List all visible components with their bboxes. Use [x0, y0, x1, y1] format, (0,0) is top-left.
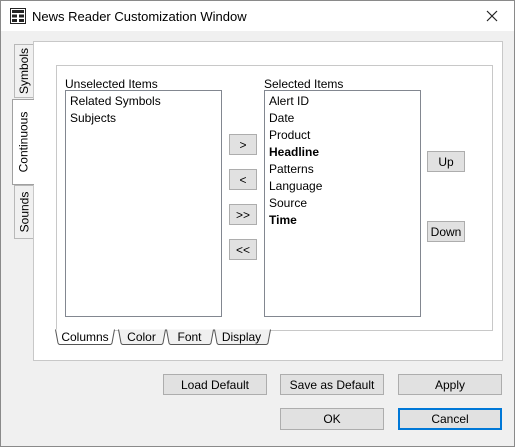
list-item[interactable]: Language — [265, 178, 420, 195]
close-button[interactable] — [469, 1, 514, 31]
tab-columns[interactable]: Columns — [55, 329, 119, 345]
move-up-button[interactable]: Up — [427, 151, 465, 172]
add-all-button[interactable]: >> — [229, 204, 257, 225]
unselected-items-label: Unselected Items — [65, 77, 158, 91]
list-item[interactable]: Headline — [265, 144, 420, 161]
cancel-button[interactable]: Cancel — [398, 408, 502, 430]
tab-display[interactable]: Display — [214, 329, 272, 345]
title-bar: News Reader Customization Window — [1, 1, 514, 31]
list-item[interactable]: Subjects — [66, 110, 221, 127]
list-item[interactable]: Patterns — [265, 161, 420, 178]
move-down-button[interactable]: Down — [427, 221, 465, 242]
load-default-button[interactable]: Load Default — [163, 374, 267, 395]
unselected-items-list[interactable]: Related Symbols Subjects — [65, 90, 222, 317]
tab-symbols[interactable]: Symbols — [14, 44, 33, 98]
apply-button[interactable]: Apply — [398, 374, 502, 395]
tab-continuous-label: Continuous — [16, 111, 31, 173]
add-button[interactable]: > — [229, 134, 257, 155]
selected-items-list[interactable]: Alert ID Date Product Headline Patterns … — [264, 90, 421, 317]
remove-all-button[interactable]: << — [229, 239, 257, 260]
remove-button[interactable]: < — [229, 169, 257, 190]
list-item[interactable]: Product — [265, 127, 420, 144]
tab-display-label: Display — [221, 330, 262, 344]
close-icon — [486, 10, 497, 22]
tab-sounds-label: Sounds — [17, 191, 32, 233]
tab-font-label: Font — [177, 330, 202, 344]
customization-window: News Reader Customization Window Symbols… — [0, 0, 515, 447]
list-item[interactable]: Time — [265, 212, 420, 229]
window-grid-icon — [10, 8, 26, 24]
tab-color-label: Color — [127, 330, 156, 344]
tab-symbols-label: Symbols — [17, 47, 32, 95]
selected-items-label: Selected Items — [264, 77, 344, 91]
tab-sounds[interactable]: Sounds — [14, 185, 33, 239]
tab-color[interactable]: Color — [118, 329, 168, 345]
tab-continuous[interactable]: Continuous — [12, 99, 34, 185]
list-item[interactable]: Source — [265, 195, 420, 212]
save-as-default-button[interactable]: Save as Default — [280, 374, 384, 395]
tab-font[interactable]: Font — [166, 329, 216, 345]
list-item[interactable]: Date — [265, 110, 420, 127]
list-item[interactable]: Related Symbols — [66, 93, 221, 110]
ok-button[interactable]: OK — [280, 408, 384, 430]
tab-columns-label: Columns — [61, 330, 109, 344]
list-item[interactable]: Alert ID — [265, 93, 420, 110]
window-title: News Reader Customization Window — [32, 9, 247, 24]
